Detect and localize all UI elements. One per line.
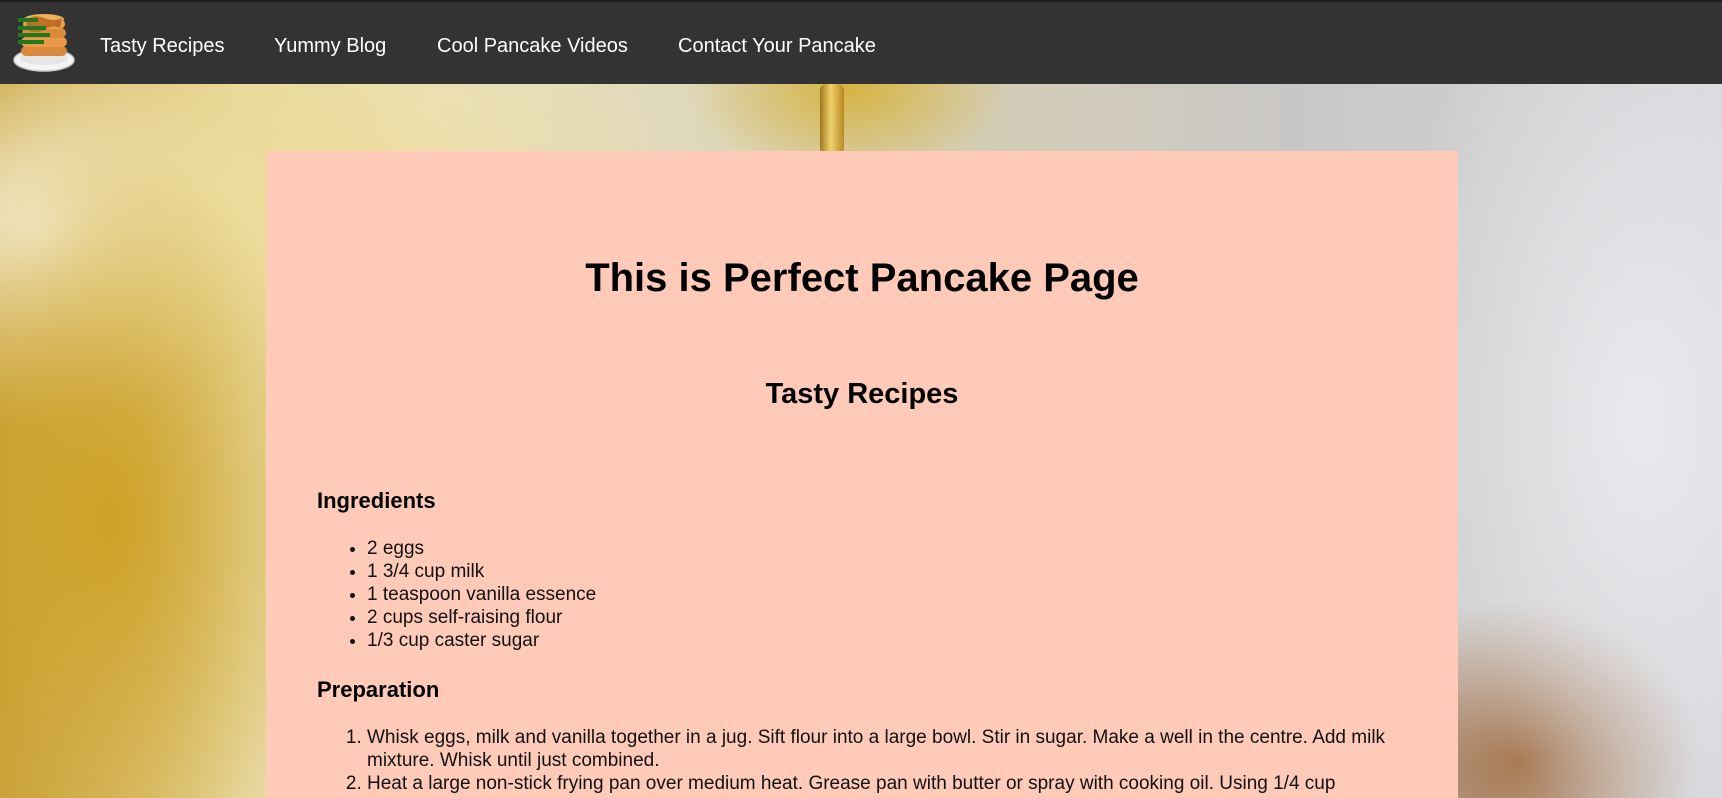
preparation-steps-list: Whisk eggs, milk and vanilla together in… <box>317 726 1417 795</box>
ingredient-item: 2 eggs <box>367 537 596 560</box>
nav-link-yummy-blog[interactable]: Yummy Blog <box>274 34 386 58</box>
nav-link-contact-your-pancake[interactable]: Contact Your Pancake <box>678 34 876 58</box>
pancake-logo[interactable] <box>12 8 76 74</box>
page-title: This is Perfect Pancake Page <box>585 256 1139 300</box>
ingredient-item: 1 3/4 cup milk <box>367 560 596 583</box>
pancake-stack-icon <box>13 14 75 72</box>
section-title-tasty-recipes: Tasty Recipes <box>765 378 959 410</box>
preparation-heading: Preparation <box>317 677 440 702</box>
preparation-step: Heat a large non-stick frying pan over m… <box>367 772 1417 795</box>
nav-link-cool-pancake-videos[interactable]: Cool Pancake Videos <box>437 34 628 58</box>
ingredient-item: 1/3 cup caster sugar <box>367 629 596 652</box>
ingredient-item: 2 cups self-raising flour <box>367 606 596 629</box>
top-navigation-bar: Tasty Recipes Yummy Blog Cool Pancake Vi… <box>0 0 1722 84</box>
ingredients-heading: Ingredients <box>317 488 436 513</box>
ingredients-list: 2 eggs 1 3/4 cup milk 1 teaspoon vanilla… <box>317 537 596 652</box>
nav-link-tasty-recipes[interactable]: Tasty Recipes <box>100 34 225 58</box>
syrup-drizzle <box>820 84 844 154</box>
ingredient-item: 1 teaspoon vanilla essence <box>367 583 596 606</box>
preparation-step: Whisk eggs, milk and vanilla together in… <box>367 726 1417 772</box>
content-card: This is Perfect Pancake Page Tasty Recip… <box>266 151 1458 798</box>
